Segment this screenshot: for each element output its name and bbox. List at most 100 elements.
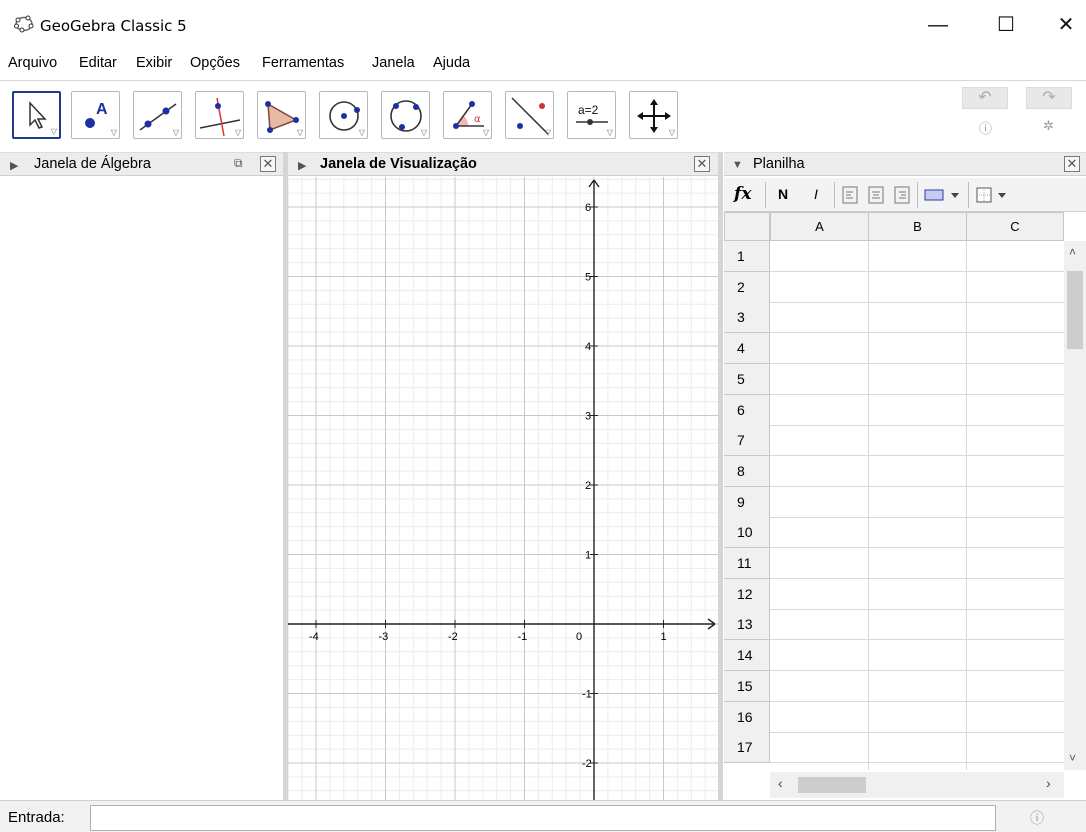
- menu-exibir[interactable]: Exibir: [136, 55, 172, 71]
- column-header-c[interactable]: C: [966, 212, 1064, 241]
- vertical-scrollbar[interactable]: ˄ ˅: [1064, 241, 1086, 770]
- background-color-dropdown[interactable]: [924, 188, 964, 202]
- x-tick-label: 1: [661, 631, 667, 643]
- scroll-right-icon[interactable]: ›: [1046, 775, 1051, 791]
- row-header-3[interactable]: 3: [724, 302, 770, 333]
- reflect-tool-button[interactable]: ▽: [505, 91, 554, 139]
- row-divider: [770, 271, 1064, 272]
- collapse-triangle-icon[interactable]: ▼: [732, 159, 743, 171]
- formula-button[interactable]: fx: [734, 184, 751, 204]
- splitter-right[interactable]: [718, 152, 723, 802]
- row-header-1[interactable]: 1: [724, 241, 770, 272]
- align-center-icon[interactable]: [868, 186, 884, 204]
- maximize-button[interactable]: ☐: [986, 10, 1026, 40]
- menu-arquivo[interactable]: Arquivo: [8, 55, 57, 71]
- svg-text:a=2: a=2: [578, 103, 599, 117]
- horizontal-scrollbar[interactable]: ‹ ›: [770, 772, 1064, 798]
- scrollbar-thumb[interactable]: [1067, 271, 1083, 349]
- menu-editar[interactable]: Editar: [79, 55, 117, 71]
- border-style-dropdown[interactable]: [976, 187, 1016, 203]
- scroll-down-icon[interactable]: ˅: [1069, 751, 1076, 765]
- move-tool-button[interactable]: ▽: [12, 91, 61, 139]
- help-icon[interactable]: ⓘ: [979, 118, 992, 137]
- row-header-13[interactable]: 13: [724, 609, 770, 640]
- graphics-panel-header: ▶ Janela de Visualização ✕: [288, 152, 718, 176]
- row-header-10[interactable]: 10: [724, 517, 770, 548]
- line-tool-button[interactable]: ▽: [133, 91, 182, 139]
- circle-three-points-tool-button[interactable]: ▽: [381, 91, 430, 139]
- row-header-11[interactable]: 11: [724, 548, 770, 579]
- slider-tool-button[interactable]: a=2 ▽: [567, 91, 616, 139]
- chevron-down-icon: ▽: [358, 128, 365, 137]
- scrollbar-thumb[interactable]: [798, 777, 866, 793]
- row-header-6[interactable]: 6: [724, 395, 770, 426]
- undo-button[interactable]: ↶: [962, 87, 1008, 109]
- italic-button[interactable]: I: [814, 186, 818, 202]
- scroll-left-icon[interactable]: ‹: [778, 775, 783, 791]
- close-button[interactable]: ✕: [1046, 10, 1086, 40]
- row-header-9[interactable]: 9: [724, 487, 770, 518]
- column-header-a[interactable]: A: [770, 212, 869, 241]
- menu-janela[interactable]: Janela: [372, 55, 415, 71]
- y-tick-label: 2: [585, 480, 591, 492]
- row-divider: [770, 547, 1064, 548]
- undock-icon[interactable]: ⧉: [234, 156, 243, 171]
- graphics-close-button[interactable]: ✕: [694, 156, 710, 172]
- svg-text:A: A: [96, 101, 108, 118]
- expand-triangle-icon[interactable]: ▶: [10, 159, 18, 172]
- x-tick-label: -2: [448, 631, 458, 643]
- row-divider: [770, 425, 1064, 426]
- separator: [968, 182, 969, 208]
- chevron-down-icon: ▽: [606, 128, 613, 137]
- row-header-17[interactable]: 17: [724, 732, 770, 763]
- x-axis-arrow: [707, 618, 716, 625]
- row-header-4[interactable]: 4: [724, 333, 770, 364]
- move-graphics-view-tool-button[interactable]: ▽: [629, 91, 678, 139]
- row-header-2[interactable]: 2: [724, 272, 770, 303]
- row-divider: [770, 332, 1064, 333]
- row-header-15[interactable]: 15: [724, 671, 770, 702]
- scroll-up-icon[interactable]: ˄: [1069, 245, 1076, 259]
- y-tick-label: 3: [585, 411, 591, 423]
- algebra-close-button[interactable]: ✕: [260, 156, 276, 172]
- geogebra-logo-icon: [14, 15, 34, 33]
- redo-button[interactable]: ↷: [1026, 87, 1072, 109]
- menu-bar: Arquivo Editar Exibir Opções Ferramentas…: [0, 52, 1086, 78]
- align-left-icon[interactable]: [842, 186, 858, 204]
- y-tick-label: 5: [585, 272, 591, 284]
- chevron-down-icon: ▽: [172, 128, 179, 137]
- row-header-16[interactable]: 16: [724, 702, 770, 733]
- align-right-icon[interactable]: [894, 186, 910, 204]
- minimize-button[interactable]: —: [918, 10, 958, 40]
- spreadsheet-close-button[interactable]: ✕: [1064, 156, 1080, 172]
- row-header-14[interactable]: 14: [724, 640, 770, 671]
- row-header-12[interactable]: 12: [724, 579, 770, 610]
- expand-triangle-icon[interactable]: ▶: [298, 159, 306, 172]
- svg-text:α: α: [474, 114, 481, 125]
- bold-button[interactable]: N: [778, 186, 788, 202]
- input-bar: Entrada: ⓘ: [0, 800, 1086, 832]
- row-header-8[interactable]: 8: [724, 456, 770, 487]
- point-tool-button[interactable]: A ▽: [71, 91, 120, 139]
- polygon-tool-button[interactable]: ▽: [257, 91, 306, 139]
- angle-tool-button[interactable]: α ▽: [443, 91, 492, 139]
- column-divider: [868, 241, 869, 770]
- menu-ajuda[interactable]: Ajuda: [433, 55, 470, 71]
- circle-center-tool-button[interactable]: ▽: [319, 91, 368, 139]
- help-icon[interactable]: ⓘ: [1030, 808, 1044, 828]
- row-header-5[interactable]: 5: [724, 364, 770, 395]
- gear-icon[interactable]: ✲: [1043, 118, 1054, 134]
- row-divider: [770, 394, 1064, 395]
- spreadsheet-corner[interactable]: [724, 212, 770, 241]
- menu-opcoes[interactable]: Opções: [190, 55, 240, 71]
- menu-ferramentas[interactable]: Ferramentas: [262, 55, 344, 71]
- x-tick-label: -4: [309, 631, 319, 643]
- row-header-7[interactable]: 7: [724, 425, 770, 456]
- algebra-panel-title: Janela de Álgebra: [34, 156, 151, 172]
- column-header-b[interactable]: B: [868, 212, 967, 241]
- chevron-down-icon: ▽: [50, 127, 57, 136]
- input-field[interactable]: [90, 805, 996, 831]
- title-bar: GeoGebra Classic 5 — ☐ ✕: [0, 0, 1086, 50]
- graphics-view[interactable]: -4 -3 -2 -1 0 1 6 5 4 3 2 1 -1 -2: [288, 177, 718, 800]
- perpendicular-tool-button[interactable]: ▽: [195, 91, 244, 139]
